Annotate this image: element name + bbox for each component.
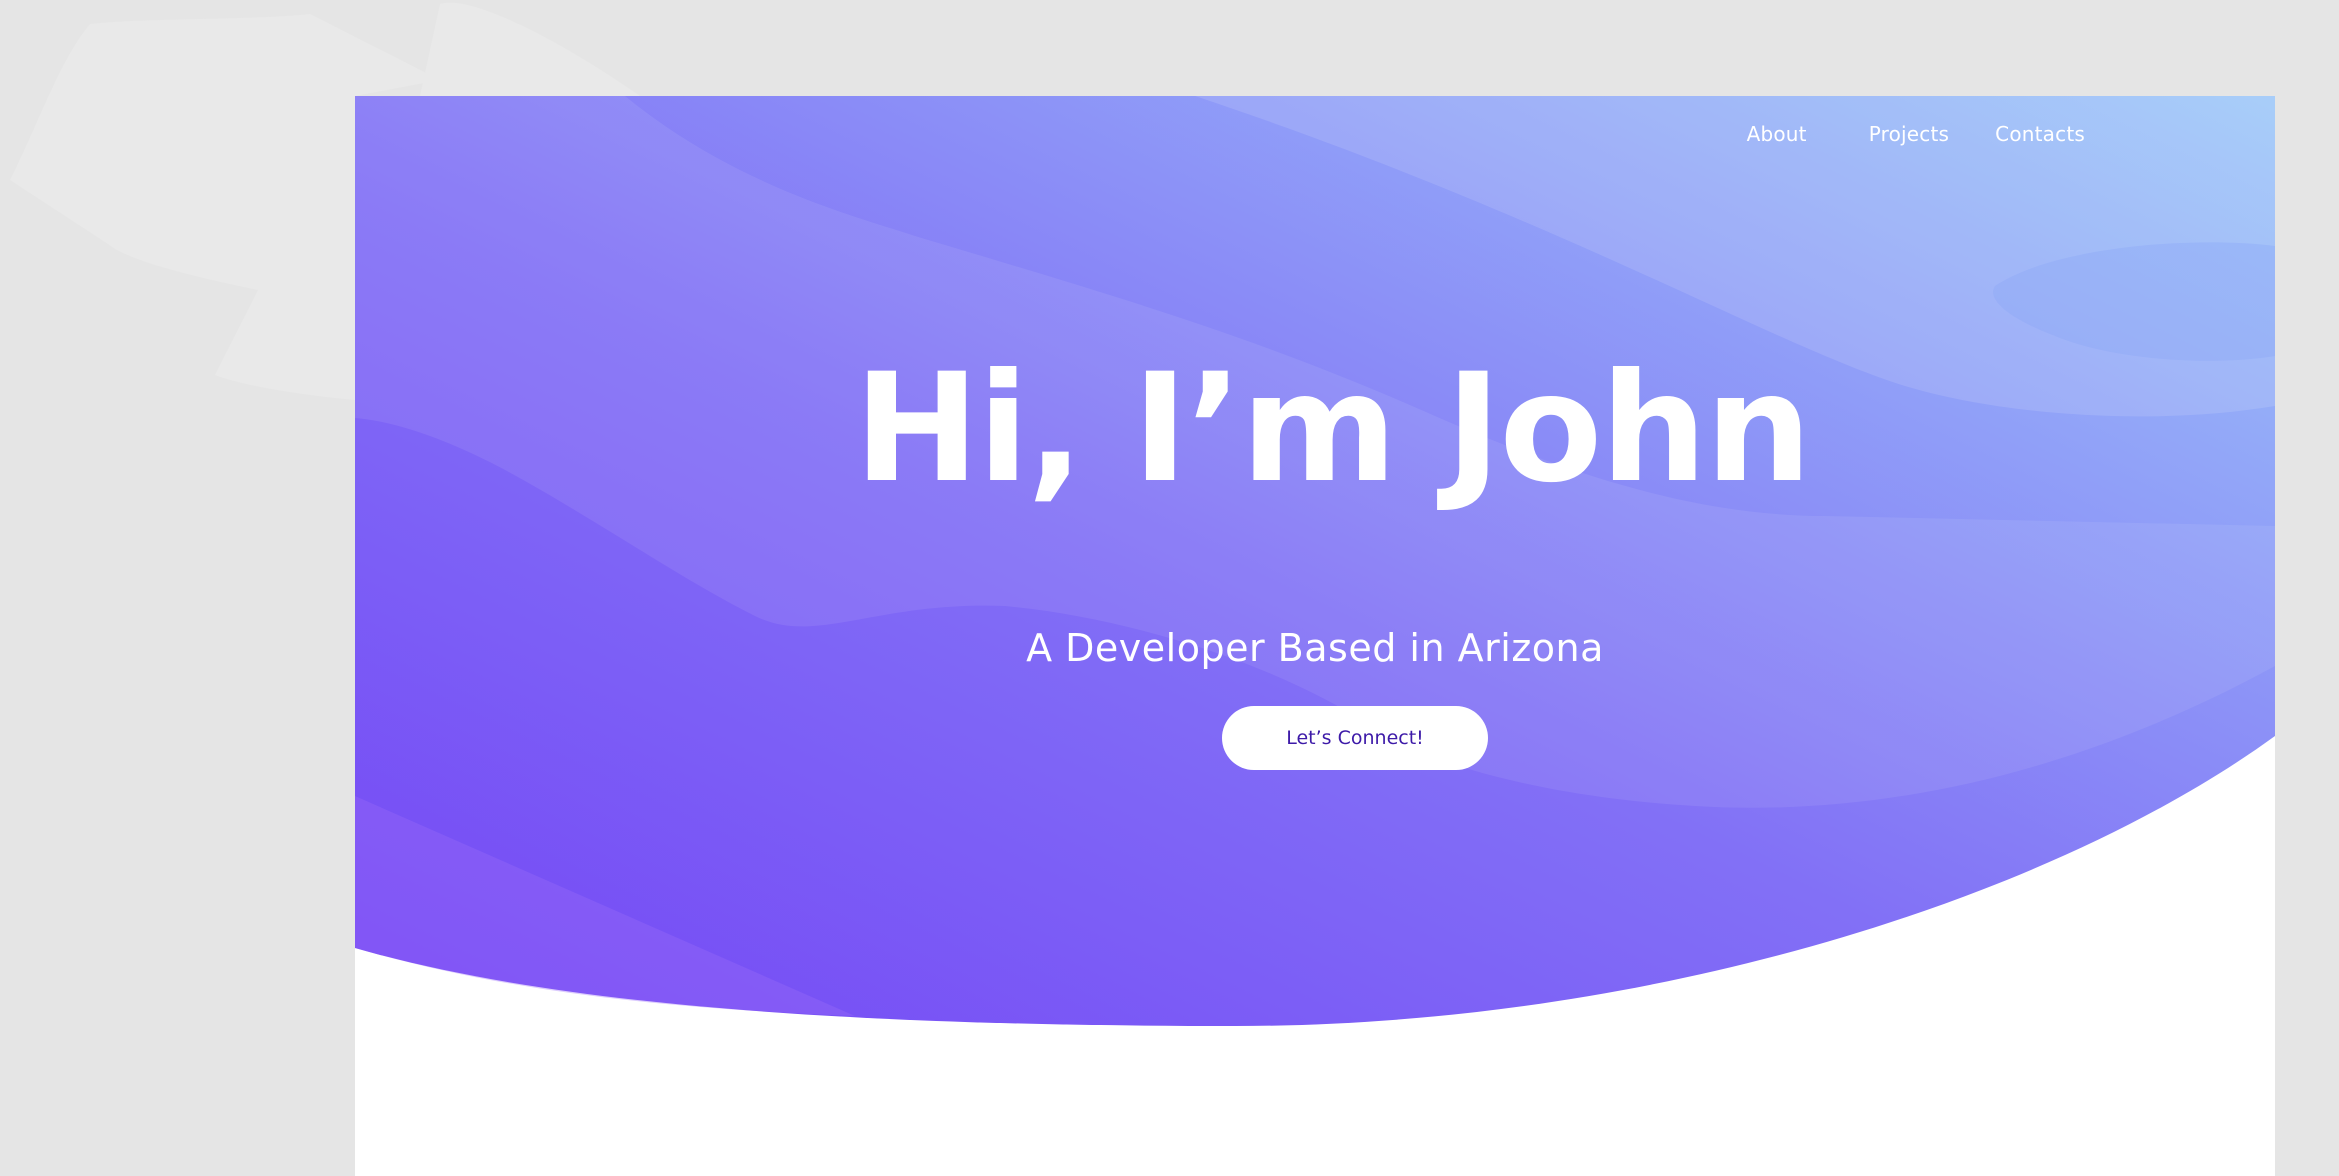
nav-link-projects[interactable]: Projects <box>1869 122 1949 146</box>
page-frame: About Projects Contacts Hi, I’m John A D… <box>355 96 2275 1176</box>
lets-connect-button[interactable]: Let’s Connect! <box>1222 706 1488 770</box>
hero-title: Hi, I’m John <box>355 344 2275 514</box>
hero-subtitle: A Developer Based in Arizona <box>355 624 2275 672</box>
hero-subtitle-text: A Developer Based in Arizona <box>1026 626 1604 670</box>
nav-link-about[interactable]: About <box>1747 122 1807 146</box>
top-navigation: About Projects Contacts <box>1747 116 2085 152</box>
nav-link-contacts[interactable]: Contacts <box>1995 122 2085 146</box>
hero-title-text: Hi, I’m John <box>854 342 1812 516</box>
